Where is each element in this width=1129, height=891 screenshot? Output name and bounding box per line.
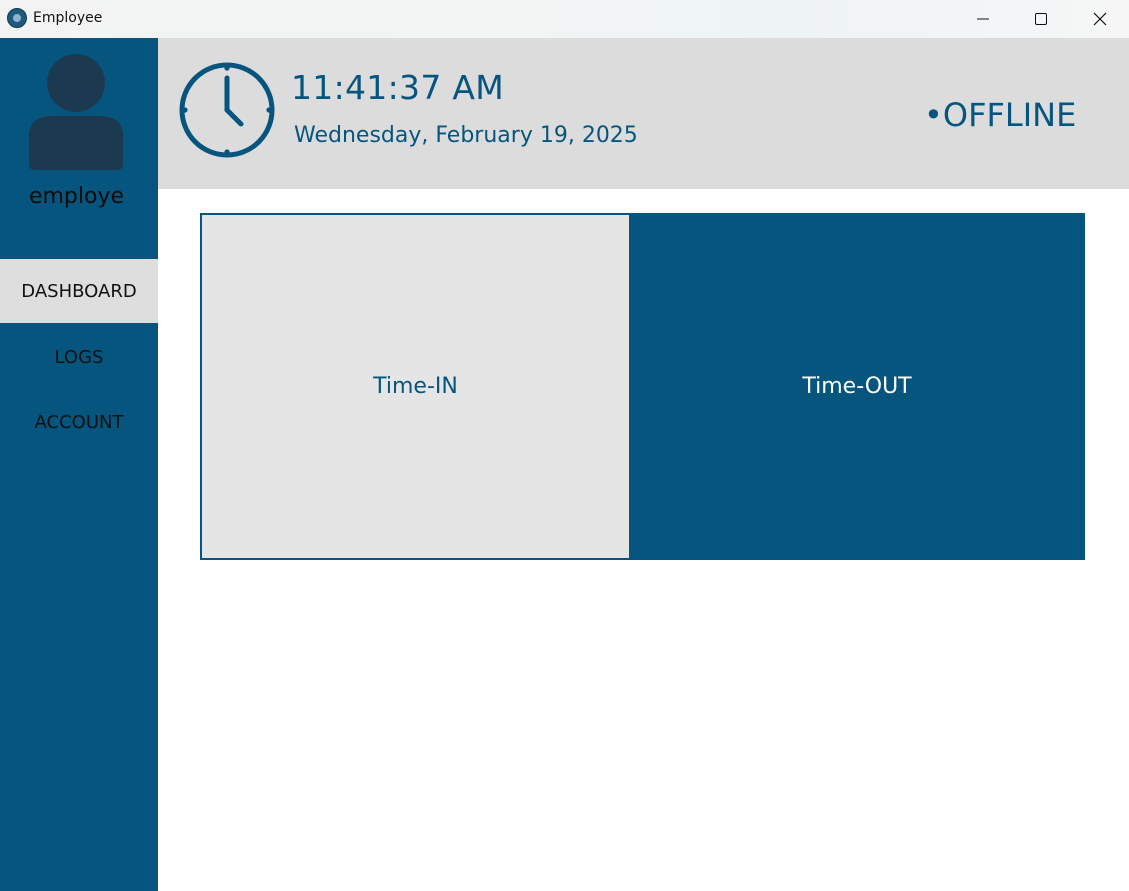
username-label: employe	[28, 184, 125, 209]
close-button[interactable]	[1071, 0, 1129, 38]
title-bar: Employee	[0, 0, 1129, 38]
window-title: Employee	[33, 10, 103, 26]
time-in-label: Time-IN	[373, 374, 458, 399]
sidebar-item-label: LOGS	[54, 346, 104, 368]
sidebar-item-account[interactable]: ACCOUNT	[0, 390, 158, 454]
current-date: Wednesday, February 19, 2025	[294, 123, 638, 148]
time-out-button[interactable]: Time-OUT	[629, 213, 1085, 560]
user-avatar-icon	[29, 54, 123, 170]
maximize-button[interactable]	[1012, 0, 1070, 38]
sidebar-item-logs[interactable]: LOGS	[0, 325, 158, 389]
sidebar-item-label: ACCOUNT	[34, 411, 124, 433]
minimize-button[interactable]	[954, 0, 1012, 38]
header: 11:41:37 AM Wednesday, February 19, 2025…	[158, 38, 1129, 189]
time-in-button[interactable]: Time-IN	[200, 213, 629, 560]
sidebar-item-label: DASHBOARD	[21, 280, 137, 302]
sidebar: employe DASHBOARD LOGS ACCOUNT	[0, 38, 158, 891]
time-out-label: Time-OUT	[802, 374, 912, 399]
app-logo-icon	[7, 8, 27, 28]
sidebar-item-dashboard[interactable]: DASHBOARD	[0, 259, 158, 323]
close-icon	[1093, 12, 1107, 26]
connection-status: •OFFLINE	[924, 96, 1077, 134]
maximize-icon	[1035, 13, 1047, 25]
current-time: 11:41:37 AM	[291, 68, 505, 107]
clock-icon	[179, 62, 275, 158]
minimize-icon	[977, 18, 989, 20]
